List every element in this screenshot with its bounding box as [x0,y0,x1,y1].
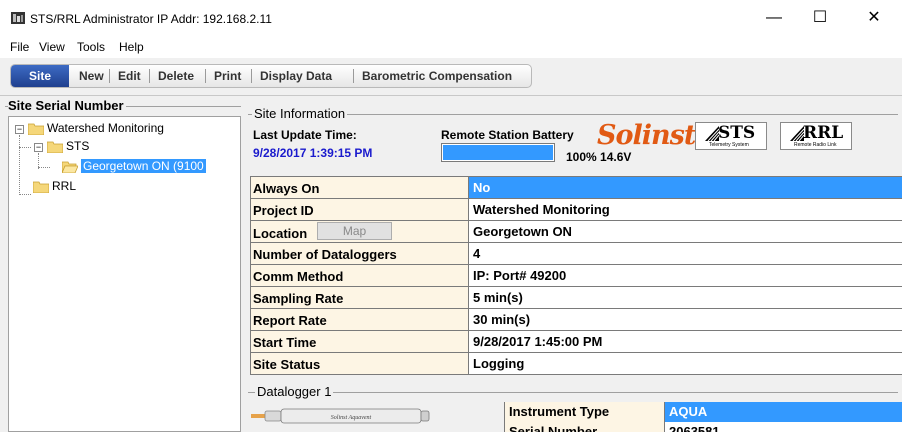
table-row[interactable]: Location Map Georgetown ON [250,221,902,243]
new-button[interactable]: New [79,65,104,87]
battery-progress-bar [441,143,555,162]
property-label: Instrument Type [504,402,664,422]
property-label: Number of Dataloggers [253,247,397,262]
property-label: Serial Number [504,422,664,432]
table-row[interactable]: Always On No [250,177,902,199]
property-value[interactable]: Logging [468,353,902,374]
datalogger-properties-grid: Instrument Type AQUA Serial Number 20635… [504,402,902,432]
tree-item-sts[interactable]: − STS [9,139,239,155]
tree-label-selected: Georgetown ON (9100 [81,159,206,173]
toolbar-separator [251,69,252,83]
print-button[interactable]: Print [214,65,241,87]
property-value[interactable]: 5 min(s) [468,287,902,308]
collapse-icon[interactable]: − [34,143,43,152]
property-value[interactable]: Watershed Monitoring [468,199,902,220]
maximize-button[interactable]: ☐ [802,6,838,32]
group-border [248,392,898,393]
tree-item-georgetown[interactable]: Georgetown ON (9100 [9,159,239,175]
title-bar: STS/RRL Administrator IP Addr: 192.168.2… [0,0,902,37]
tree-label: RRL [52,179,77,193]
window-title: STS/RRL Administrator IP Addr: 192.168.2… [30,12,272,26]
sensor-image-icon: Solinst Aquavent [251,408,430,424]
property-value[interactable]: 2063581 [664,422,902,432]
last-update-value: 9/28/2017 1:39:15 PM [253,146,373,160]
close-button[interactable]: ✕ [856,6,892,32]
tree-item-rrl[interactable]: RRL [9,179,239,195]
toolbar: Site New Edit Delete Print Display Data … [0,58,902,151]
menu-view[interactable]: View [39,40,65,54]
sensor-image-label: Solinst Aquavent [331,415,372,421]
app-icon [11,12,25,24]
battery-value: 100% 14.6V [566,150,632,164]
property-value[interactable]: AQUA [664,402,902,422]
property-label: Sampling Rate [253,291,344,306]
table-row[interactable]: Report Rate 30 min(s) [250,309,902,331]
property-value[interactable]: 4 [468,243,902,264]
property-label: Report Rate [253,313,327,328]
property-label: Start Time [253,335,317,350]
tree-item-watershed-monitoring[interactable]: − Watershed Monitoring [9,121,239,137]
datalogger-section: Datalogger 1 Solinst Aquavent Instrument… [246,378,902,432]
site-tree-panel: Site Serial Number − Watershed Monitorin… [5,96,242,432]
property-value[interactable]: Georgetown ON [468,221,902,242]
property-label: Site Status [253,357,321,372]
open-folder-icon [62,161,78,173]
battery-progress-fill [443,145,553,160]
site-details-panel: Site Information Last Update Time: 9/28/… [246,96,902,432]
barometric-compensation-button[interactable]: Barometric Compensation [362,65,512,87]
datalogger-title: Datalogger 1 [255,384,334,399]
folder-icon [47,141,63,153]
site-information-title: Site Information [252,106,348,121]
site-button[interactable]: Site [11,65,69,87]
battery-label: Remote Station Battery [441,128,574,142]
property-value[interactable]: IP: Port# 49200 [468,265,902,286]
property-value[interactable]: No [468,177,902,198]
edit-button[interactable]: Edit [118,65,141,87]
display-data-button[interactable]: Display Data [260,65,332,87]
menu-file[interactable]: File [10,40,29,54]
site-properties-grid: Always On No Project ID Watershed Monito… [250,176,902,375]
menu-bar: File View Tools Help [0,37,902,58]
property-label: Comm Method [253,269,344,284]
table-row[interactable]: Instrument Type AQUA [504,402,902,422]
tree-label: STS [66,139,90,153]
table-row[interactable]: Number of Dataloggers 4 [250,243,902,265]
table-row[interactable]: Project ID Watershed Monitoring [250,199,902,221]
toolbar-strip: Site New Edit Delete Print Display Data … [10,64,532,88]
table-row[interactable]: Site Status Logging [250,353,902,375]
toolbar-separator [109,69,110,83]
site-tree[interactable]: − Watershed Monitoring − STS Georgetown … [8,116,241,432]
property-label: Always On [253,181,320,196]
folder-icon [33,181,49,193]
table-row[interactable]: Start Time 9/28/2017 1:45:00 PM [250,331,902,353]
map-button[interactable]: Map [317,222,392,240]
last-update-label: Last Update Time: [253,128,357,142]
site-serial-number-header: Site Serial Number [8,98,126,113]
folder-icon [28,123,44,135]
property-value[interactable]: 9/28/2017 1:45:00 PM [468,331,902,352]
tree-label: Watershed Monitoring [47,121,164,135]
table-row[interactable]: Serial Number 2063581 [504,422,902,432]
table-row[interactable]: Sampling Rate 5 min(s) [250,287,902,309]
toolbar-separator [205,69,206,83]
menu-tools[interactable]: Tools [77,40,105,54]
collapse-icon[interactable]: − [15,125,24,134]
toolbar-separator [353,69,354,83]
menu-help[interactable]: Help [119,40,144,54]
property-label: Location [253,226,308,241]
property-label: Project ID [253,203,314,218]
property-value[interactable]: 30 min(s) [468,309,902,330]
minimize-button[interactable]: — [756,6,792,32]
table-row[interactable]: Comm Method IP: Port# 49200 [250,265,902,287]
toolbar-separator [149,69,150,83]
delete-button[interactable]: Delete [158,65,194,87]
